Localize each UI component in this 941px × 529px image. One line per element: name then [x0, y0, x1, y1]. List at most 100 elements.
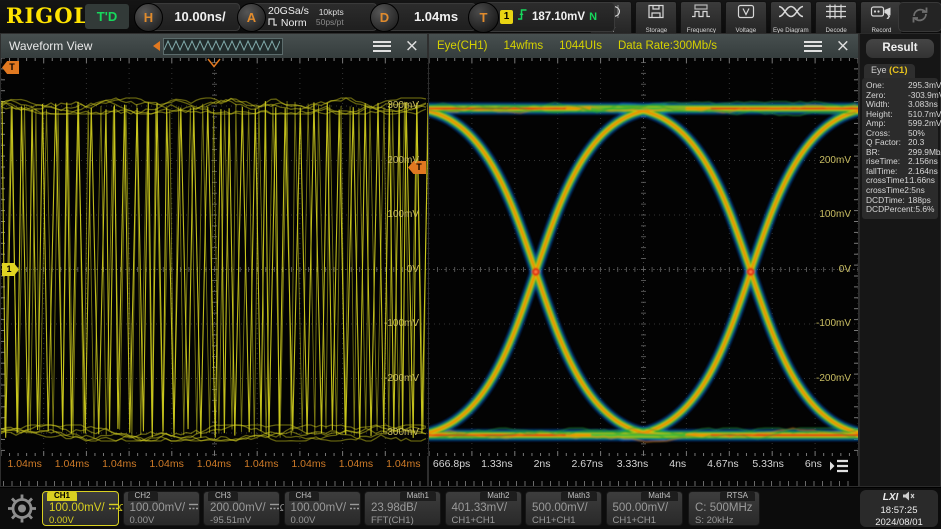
- result-measurements: One: 295.3mV Zero: -303.9mV Width: 3.083…: [862, 78, 941, 219]
- gear-icon[interactable]: [4, 491, 40, 529]
- menu-expand-icon[interactable]: [828, 458, 850, 479]
- toolbar-button[interactable]: Storage: [635, 1, 677, 37]
- mute-speaker-icon: [902, 491, 915, 505]
- x-tick-label: 1.04ms: [102, 458, 137, 470]
- y-tick-label: -100mV: [383, 318, 419, 329]
- toolbar-button[interactable]: Record: [860, 1, 902, 37]
- x-tick-label: 1.04ms: [244, 458, 279, 470]
- frequency-icon: [690, 4, 712, 19]
- eye-diagram-window: Eye(CH1) 14wfms 1044UIs Data Rate:300Mb/…: [428, 33, 859, 487]
- channel-box-rtsa[interactable]: RTSA C: 500MHz S: 20kHz: [688, 491, 760, 526]
- trigger-settings-button[interactable]: 1 187.10mV N: [483, 2, 615, 32]
- horizontal-knob[interactable]: H: [134, 3, 163, 32]
- result-tab-eye-c1[interactable]: Eye (C1): [864, 64, 915, 78]
- eye-window-header: Eye(CH1) 14wfms 1044UIs Data Rate:300Mb/…: [429, 34, 858, 58]
- y-tick-label: 0V: [406, 263, 419, 275]
- toolbar-scroll-right-icon[interactable]: ›: [886, 7, 891, 23]
- channel-box-ch1[interactable]: CH1 100.00mV/ Ω 0.00V: [42, 491, 126, 526]
- waveform-x-axis-labels: 1.04ms 1.04ms 1.04ms 1.04ms 1.04ms 1.04ms 1.04…: [1, 458, 427, 471]
- y-tick-label: -100mV: [815, 318, 851, 329]
- waveform-view-window: Waveform View × T 1 T 300mV 200mV 100mV 0V -…: [0, 33, 428, 487]
- delay-knob[interactable]: D: [370, 3, 399, 32]
- dc-coupling-icon: [188, 502, 199, 511]
- eye-data-rate: Data Rate:300Mb/s: [617, 40, 718, 52]
- channel-box-ch2[interactable]: CH2 100.00mV/ 0.00V: [122, 491, 200, 526]
- channel-box-ch3[interactable]: CH3 200.00mV/ Ω -95.51mV: [203, 491, 287, 526]
- menu-icon[interactable]: [803, 40, 822, 52]
- toolbar-buttons: XY Storage Frequency Voltage Eye Diagram…: [590, 1, 902, 37]
- clock-time: 18:57:25: [880, 505, 918, 516]
- channel-box-math4[interactable]: Math4 500.00mV/ CH1+CH1: [605, 491, 683, 526]
- y-tick-label: 100mV: [387, 209, 419, 220]
- x-tick-label: 3.33ns: [616, 458, 649, 470]
- clock-date: 2024/08/01: [875, 517, 923, 528]
- lxi-label: LXI: [882, 492, 899, 503]
- acq-mode: Norm: [280, 17, 307, 29]
- x-tick-label: 2.67ns: [571, 458, 604, 470]
- x-tick-label: 1.33ns: [481, 458, 513, 470]
- x-tick-label: 4.67ns: [707, 458, 739, 470]
- x-tick-label: 1.04ms: [386, 458, 421, 470]
- y-tick-label: -300mV: [383, 427, 419, 438]
- x-tick-label: 1.04ms: [54, 458, 90, 470]
- preview-left-arrow-icon[interactable]: [153, 41, 160, 51]
- trigger-status-badge[interactable]: T'D: [85, 4, 129, 29]
- trigger-coupling: N: [589, 11, 598, 23]
- close-icon[interactable]: ×: [405, 38, 419, 55]
- dc-coupling-icon: [349, 502, 360, 511]
- channel-box-math1[interactable]: Math1 23.98dB/ FFT(CH1): [364, 491, 441, 526]
- top-toolbar: RIGOL T'D H 10.00ns/ A 20GSa/s Norm 10kp…: [0, 0, 941, 37]
- close-icon[interactable]: ×: [836, 38, 850, 55]
- x-tick-label: 1.04ms: [338, 458, 374, 470]
- dc-coupling-icon: [269, 502, 280, 511]
- channel-box-math2[interactable]: Math2 401.33mV/ CH1+CH1: [444, 491, 522, 526]
- waveform-window-header: Waveform View ×: [1, 34, 427, 58]
- status-box[interactable]: LXI 18:57:25 2024/08/01: [860, 490, 938, 528]
- y-tick-label: 200mV: [387, 154, 419, 166]
- result-panel: Result Eye (C1) One: 295.3mV Zero: -303.…: [859, 33, 941, 487]
- measurement-row: DCDPercent: 5.6%: [866, 204, 935, 215]
- y-tick-label: -200mV: [383, 372, 419, 384]
- trigger-source-badge: 1: [500, 10, 513, 24]
- toolbar-button[interactable]: Eye Diagram: [770, 1, 812, 37]
- sample-rate: 20GSa/s: [268, 5, 309, 17]
- eye-uis-count: 1044UIs: [559, 40, 602, 52]
- y-tick-label: -200mV: [815, 372, 851, 384]
- sync-button[interactable]: [898, 2, 941, 32]
- x-tick-label: 1.04ms: [291, 458, 326, 470]
- oscilloscope-screen: RIGOL T'D H 10.00ns/ A 20GSa/s Norm 10kp…: [0, 0, 941, 529]
- eye-window-title: Eye(CH1): [437, 40, 488, 52]
- menu-icon[interactable]: [372, 40, 391, 52]
- preview-waveform: [163, 39, 281, 52]
- acquire-knob[interactable]: A: [237, 3, 266, 32]
- result-panel-title: Result: [866, 39, 934, 58]
- x-tick-label: 1.04ms: [149, 458, 184, 470]
- toolbar-button[interactable]: Decode: [815, 1, 857, 37]
- waveform-window-title: Waveform View: [9, 39, 93, 53]
- voltage-icon: [736, 4, 756, 19]
- waveform-preview-strip[interactable]: [163, 38, 283, 55]
- channel-box-math3[interactable]: Math3 500.00mV/ CH1+CH1: [525, 491, 602, 526]
- trigger-knob[interactable]: T: [468, 2, 499, 33]
- acquire-button[interactable]: 20GSa/s Norm 10kpts 50ps/pt: [251, 3, 377, 31]
- bottom-tick-ruler: [431, 481, 856, 486]
- bottom-channel-bar: CH1 100.00mV/ Ω 0.00V CH2 100.00mV/ 0.00…: [0, 488, 941, 529]
- eye-wfms-count: 14wfms: [503, 40, 544, 52]
- eye-x-axis-labels: 666.8ps 1.33ns 2ns 2.67ns 3.33ns 4ns 4.67ns 5.3…: [429, 458, 836, 471]
- eye-diagram-graticule: [429, 58, 858, 456]
- waveform-graticule: [1, 58, 428, 456]
- bottom-tick-ruler: [3, 481, 425, 486]
- dc-coupling-icon: [108, 502, 119, 511]
- x-tick-label: 1.04ms: [7, 458, 42, 470]
- eye-diagram-icon: [778, 4, 804, 19]
- sample-resolution: 50ps/pt: [315, 17, 344, 27]
- y-tick-label: 100mV: [819, 209, 851, 220]
- toolbar-button[interactable]: Voltage: [725, 1, 767, 37]
- circular-arrows-icon: [908, 5, 932, 30]
- channel-box-ch4[interactable]: CH4 100.00mV/ 0.00V: [283, 491, 361, 526]
- memory-depth: 10kpts: [318, 7, 344, 17]
- x-tick-label: 4ns: [669, 458, 687, 470]
- toolbar-button[interactable]: Frequency: [680, 1, 722, 37]
- x-tick-label: 1.04ms: [196, 458, 232, 470]
- y-tick-label: 300mV: [387, 100, 419, 111]
